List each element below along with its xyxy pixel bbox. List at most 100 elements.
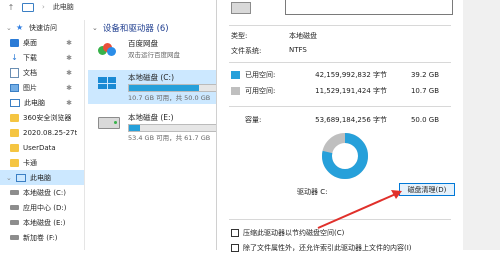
filesystem-label: 文件系统: (231, 47, 262, 55)
usage-bar (128, 84, 218, 92)
used-swatch (231, 71, 240, 79)
background-window (463, 0, 500, 250)
properties-dialog: 类型: 本地磁盘 文件系统: NTFS 已用空间: 42,159,992,832… (216, 0, 464, 253)
address-bar: ↑ › 此电脑 (0, 0, 216, 14)
tile-name: 百度网盘 (128, 39, 158, 48)
tile-name: 本地磁盘 (C:) (128, 73, 174, 82)
sidebar-item-label: 文档 (23, 68, 37, 77)
sidebar-item-label: 图片 (23, 83, 37, 92)
disk-cleanup-button[interactable]: 磁盘清理(D) (399, 183, 455, 196)
tile-baidu-netdisk[interactable]: 百度网盘 双击运行百度网盘 (88, 36, 216, 70)
type-value: 本地磁盘 (289, 32, 317, 40)
sidebar-item-quick-access[interactable]: ⌄ ★ 快速访问 (0, 20, 84, 35)
folder-icon (10, 113, 19, 122)
free-space-row: 可用空间: 11,529,191,424 字节 10.7 GB (231, 86, 449, 96)
content-pane: ⌄ 设备和驱动器 (6) 百度网盘 双击运行百度网盘 本地磁盘 (C:) 10.… (88, 20, 218, 250)
type-row: 类型: 本地磁盘 (231, 31, 317, 41)
index-checkbox[interactable] (231, 244, 239, 252)
pin-icon: ✱ (66, 83, 72, 92)
explorer-window: ↑ › 此电脑 ⌄ ★ 快速访问 桌面 ✱ ↓ 下载 ✱ 文档 ✱ 图片 ✱ 此… (0, 0, 218, 250)
index-label: 除了文件属性外，还允许索引此驱动器上文件的内容(I) (243, 244, 412, 252)
sidebar-item-label: 本地磁盘 (E:) (23, 218, 66, 227)
sidebar-item-label: 桌面 (23, 38, 37, 47)
tile-drive-c[interactable]: 本地磁盘 (C:) 10.7 GB 可用，共 50.0 GB (88, 70, 218, 104)
compress-option[interactable]: 压缩此驱动器以节约磁盘空间(C) (231, 228, 459, 238)
pin-icon: ✱ (66, 53, 72, 62)
group-title: 设备和驱动器 (6) (102, 24, 169, 34)
used-size: 39.2 GB (410, 71, 439, 79)
drive-icon (10, 235, 19, 240)
sidebar-item-userdata[interactable]: UserData (0, 140, 84, 155)
document-icon (10, 67, 19, 78)
used-space-row: 已用空间: 42,159,992,832 字节 39.2 GB (231, 70, 449, 80)
sidebar-item-documents[interactable]: 文档 ✱ (0, 65, 84, 80)
sidebar-item-cartoon[interactable]: 卡通 (0, 155, 84, 170)
capacity-row: 容量: 53,689,184,256 字节 50.0 GB (231, 115, 449, 125)
tile-subtitle: 双击运行百度网盘 (128, 51, 180, 59)
pin-icon: ✱ (66, 98, 72, 107)
chevron-down-icon[interactable]: ⌄ (6, 24, 12, 32)
sidebar-item-360-browser[interactable]: 360安全浏览器 (0, 110, 84, 125)
sidebar-item-this-pc[interactable]: ⌄ 此电脑 (0, 170, 84, 185)
sidebar-item-label: 应用中心 (D:) (23, 203, 67, 212)
drive-label: 驱动器 C: (297, 188, 328, 196)
sidebar-item-label: 360安全浏览器 (23, 113, 72, 122)
tile-subtitle: 53.4 GB 可用，共 61.7 GB (128, 134, 211, 142)
sidebar-item-label: UserData (23, 143, 56, 152)
folder-icon (10, 158, 19, 167)
computer-icon (10, 98, 20, 107)
sidebar-item-desktop[interactable]: 桌面 ✱ (0, 35, 84, 50)
capacity-label: 容量: (245, 116, 262, 124)
used-label: 已用空间: (245, 71, 276, 79)
drive-icon (98, 117, 120, 131)
sidebar-item-label: 此电脑 (24, 98, 45, 107)
sidebar-item-label: 下载 (23, 53, 37, 62)
usage-bar (128, 124, 218, 132)
sidebar-item-label: 卡通 (23, 158, 37, 167)
tile-subtitle: 10.7 GB 可用，共 50.0 GB (128, 94, 211, 102)
drive-icon (10, 205, 19, 210)
compress-label: 压缩此驱动器以节约磁盘空间(C) (243, 229, 345, 237)
divider (229, 219, 451, 220)
download-icon: ↓ (11, 52, 18, 62)
compress-checkbox[interactable] (231, 229, 239, 237)
usage-bar-fill (129, 125, 141, 131)
sidebar-item-drive-c[interactable]: 本地磁盘 (C:) (0, 185, 84, 200)
filesystem-value: NTFS (289, 46, 307, 54)
drive-icon (231, 2, 251, 14)
chevron-right-icon[interactable]: › (42, 3, 45, 11)
up-arrow-icon[interactable]: ↑ (6, 3, 16, 12)
type-label: 类型: (231, 32, 248, 40)
capacity-bytes: 53,689,184,256 字节 (315, 116, 387, 124)
used-bytes: 42,159,992,832 字节 (315, 71, 387, 79)
chevron-down-icon[interactable]: ⌄ (6, 174, 12, 182)
free-swatch (231, 87, 240, 95)
divider (229, 106, 451, 107)
sidebar-item-downloads[interactable]: ↓ 下载 ✱ (0, 50, 84, 65)
navigation-pane: ⌄ ★ 快速访问 桌面 ✱ ↓ 下载 ✱ 文档 ✱ 图片 ✱ 此电脑 ✱ 360… (0, 20, 85, 250)
group-header-devices[interactable]: ⌄ 设备和驱动器 (6) (92, 22, 216, 34)
filesystem-row: 文件系统: NTFS (231, 46, 307, 56)
nav-buttons: ↑ › 此电脑 (0, 2, 74, 12)
sidebar-item-label: 2020.08.25-27t (23, 128, 78, 137)
sidebar-item-drive-e[interactable]: 本地磁盘 (E:) (0, 215, 84, 230)
free-size: 10.7 GB (410, 87, 439, 95)
tile-drive-e[interactable]: 本地磁盘 (E:) 53.4 GB 可用，共 61.7 GB (88, 110, 218, 144)
sidebar-item-pictures[interactable]: 图片 ✱ (0, 80, 84, 95)
breadcrumb[interactable]: 此电脑 (53, 2, 74, 12)
sidebar-item-label: 快速访问 (29, 23, 57, 32)
drive-name-field[interactable] (285, 0, 453, 15)
sidebar-item-drive-f[interactable]: 新加卷 (F:) (0, 230, 84, 245)
free-label: 可用空间: (245, 87, 276, 95)
sidebar-item-label: 本地磁盘 (C:) (23, 188, 66, 197)
sidebar-item-this-pc-pinned[interactable]: 此电脑 ✱ (0, 95, 84, 110)
computer-icon (16, 173, 26, 182)
free-bytes: 11,529,191,424 字节 (315, 87, 387, 95)
sidebar-item-drive-d[interactable]: 应用中心 (D:) (0, 200, 84, 215)
sidebar-item-2020-folder[interactable]: 2020.08.25-27t (0, 125, 84, 140)
chevron-down-icon[interactable]: ⌄ (92, 24, 98, 32)
pin-icon: ✱ (66, 38, 72, 47)
star-icon: ★ (16, 23, 24, 32)
computer-icon (22, 2, 34, 12)
index-option[interactable]: 除了文件属性外，还允许索引此驱动器上文件的内容(I) (231, 243, 459, 253)
